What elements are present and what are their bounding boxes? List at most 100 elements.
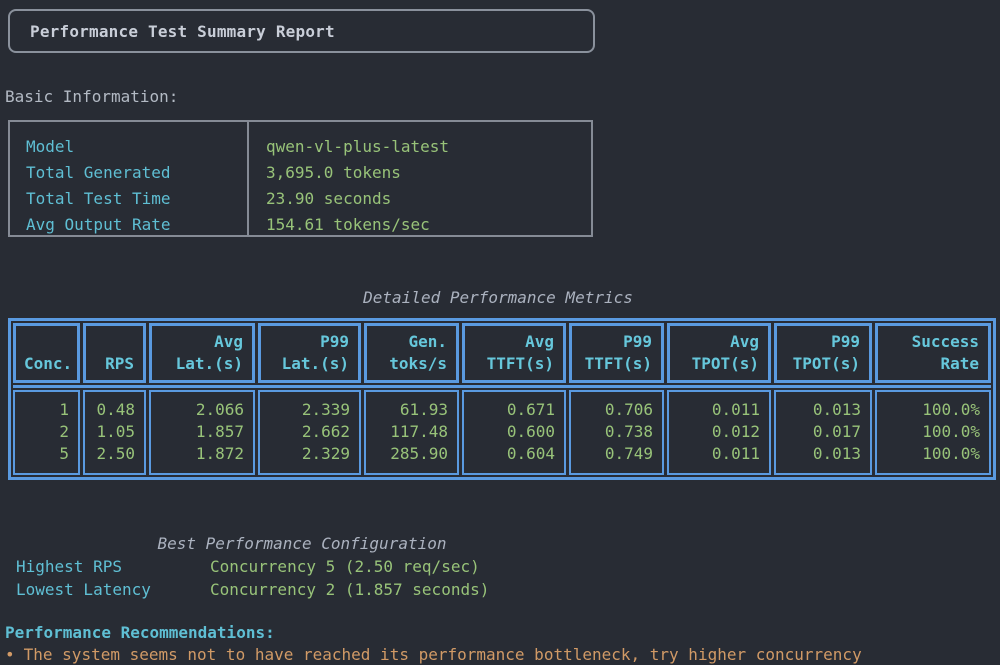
column-conc-values: 1 2 5	[13, 390, 80, 475]
recommendation-item: • The system seems not to have reached it…	[5, 645, 862, 664]
column-header-p99-lat: P99 Lat.(s)	[258, 323, 361, 383]
table-cell: 100.0%	[886, 443, 980, 465]
table-cell: 100.0%	[886, 399, 980, 421]
table-cell: 1	[24, 399, 69, 421]
basic-info-label: Model	[26, 134, 247, 160]
basic-info-value: 154.61 tokens/sec	[266, 212, 591, 238]
performance-report-screen: Performance Test Summary Report Basic In…	[0, 0, 1000, 665]
header-line: Lat.(s)	[161, 353, 243, 375]
basic-info-label: Total Test Time	[26, 186, 247, 212]
table-cell: 2.662	[269, 421, 350, 443]
header-line: Avg	[474, 331, 554, 353]
best-config-row: Lowest Latency Concurrency 2 (1.857 seco…	[8, 578, 596, 601]
header-line: Avg	[161, 331, 243, 353]
header-line: P99	[581, 331, 652, 353]
table-cell: 0.011	[678, 399, 760, 421]
table-cell: 0.013	[785, 443, 861, 465]
basic-info-label: Total Generated	[26, 160, 247, 186]
column-header-avg-ttft: Avg TTFT(s)	[462, 323, 566, 383]
column-header-rps: RPS	[83, 323, 146, 383]
column-p99-tpot-values: 0.013 0.017 0.013	[774, 390, 872, 475]
basic-info-label-column: Model Total Generated Total Test Time Av…	[10, 122, 249, 235]
basic-info-value: 3,695.0 tokens	[266, 160, 591, 186]
table-cell: 0.671	[473, 399, 555, 421]
metrics-table: Conc. RPS Avg Lat.(s) P99 Lat.(s) Gen. t…	[8, 318, 996, 480]
column-header-gen-toks: Gen. toks/s	[364, 323, 459, 383]
header-line: Success	[887, 331, 979, 353]
header-line: TPOT(s)	[786, 353, 860, 375]
header-line: Avg	[679, 331, 759, 353]
table-cell: 2.50	[94, 443, 135, 465]
basic-info-value: 23.90 seconds	[266, 186, 591, 212]
table-cell: 0.013	[785, 399, 861, 421]
metrics-header-row: Conc. RPS Avg Lat.(s) P99 Lat.(s) Gen. t…	[13, 323, 991, 383]
column-avg-ttft-values: 0.671 0.600 0.604	[462, 390, 566, 475]
table-cell: 0.604	[473, 443, 555, 465]
header-line: toks/s	[376, 353, 447, 375]
column-p99-lat-values: 2.339 2.662 2.329	[258, 390, 361, 475]
report-title-panel: Performance Test Summary Report	[8, 9, 595, 53]
recommendation-text: The system seems not to have reached its…	[24, 645, 862, 664]
column-avg-tpot-values: 0.011 0.012 0.011	[667, 390, 771, 475]
basic-info-value: qwen-vl-plus-latest	[266, 134, 591, 160]
table-cell: 1.05	[94, 421, 135, 443]
column-header-avg-tpot: Avg TPOT(s)	[667, 323, 771, 383]
best-config-title: Best Performance Configuration	[8, 532, 596, 555]
table-cell: 1.857	[160, 421, 244, 443]
metrics-table-title: Detailed Performance Metrics	[8, 288, 988, 307]
table-cell: 117.48	[375, 421, 448, 443]
basic-info-heading: Basic Information:	[5, 87, 178, 106]
table-cell: 0.706	[580, 399, 653, 421]
table-cell: 100.0%	[886, 421, 980, 443]
column-success-rate-values: 100.0% 100.0% 100.0%	[875, 390, 991, 475]
column-gen-toks-values: 61.93 117.48 285.90	[364, 390, 459, 475]
table-cell: 0.011	[678, 443, 760, 465]
best-config-value: Concurrency 5 (2.50 req/sec)	[210, 555, 480, 578]
best-config-value: Concurrency 2 (1.857 seconds)	[210, 578, 489, 601]
header-line: TPOT(s)	[679, 353, 759, 375]
header-line: Conc.	[24, 353, 68, 375]
basic-info-label: Avg Output Rate	[26, 212, 247, 238]
table-cell: 2.339	[269, 399, 350, 421]
header-body-divider	[13, 385, 991, 388]
table-cell: 285.90	[375, 443, 448, 465]
header-line: P99	[786, 331, 860, 353]
table-cell: 0.012	[678, 421, 760, 443]
header-line: TTFT(s)	[474, 353, 554, 375]
column-p99-ttft-values: 0.706 0.738 0.749	[569, 390, 664, 475]
best-config-label: Highest RPS	[8, 555, 210, 578]
table-cell: 0.48	[94, 399, 135, 421]
table-cell: 2.329	[269, 443, 350, 465]
column-header-avg-lat: Avg Lat.(s)	[149, 323, 255, 383]
table-cell: 0.749	[580, 443, 653, 465]
column-header-p99-tpot: P99 TPOT(s)	[774, 323, 872, 383]
best-config-label: Lowest Latency	[8, 578, 210, 601]
recommendations-heading: Performance Recommendations:	[5, 623, 275, 642]
header-line: Lat.(s)	[270, 353, 349, 375]
table-cell: 5	[24, 443, 69, 465]
table-cell: 0.600	[473, 421, 555, 443]
table-cell: 0.017	[785, 421, 861, 443]
column-header-conc: Conc.	[13, 323, 80, 383]
header-line: Gen.	[376, 331, 447, 353]
report-title: Performance Test Summary Report	[30, 22, 335, 41]
table-cell: 2.066	[160, 399, 244, 421]
table-cell: 0.738	[580, 421, 653, 443]
best-config-row: Highest RPS Concurrency 5 (2.50 req/sec)	[8, 555, 596, 578]
column-header-p99-ttft: P99 TTFT(s)	[569, 323, 664, 383]
basic-info-value-column: qwen-vl-plus-latest 3,695.0 tokens 23.90…	[249, 122, 591, 235]
metrics-body: 1 2 5 0.48 1.05 2.50 2.066 1.857 1.872 2…	[13, 390, 991, 475]
best-config-section: Best Performance Configuration Highest R…	[8, 532, 596, 601]
column-rps-values: 0.48 1.05 2.50	[83, 390, 146, 475]
header-line: RPS	[95, 353, 134, 375]
header-line: TTFT(s)	[581, 353, 652, 375]
bullet-icon: •	[5, 645, 15, 664]
table-cell: 61.93	[375, 399, 448, 421]
header-line: Rate	[887, 353, 979, 375]
column-avg-lat-values: 2.066 1.857 1.872	[149, 390, 255, 475]
header-line: P99	[270, 331, 349, 353]
basic-info-table: Model Total Generated Total Test Time Av…	[8, 120, 593, 237]
column-header-success-rate: Success Rate	[875, 323, 991, 383]
table-cell: 1.872	[160, 443, 244, 465]
table-cell: 2	[24, 421, 69, 443]
